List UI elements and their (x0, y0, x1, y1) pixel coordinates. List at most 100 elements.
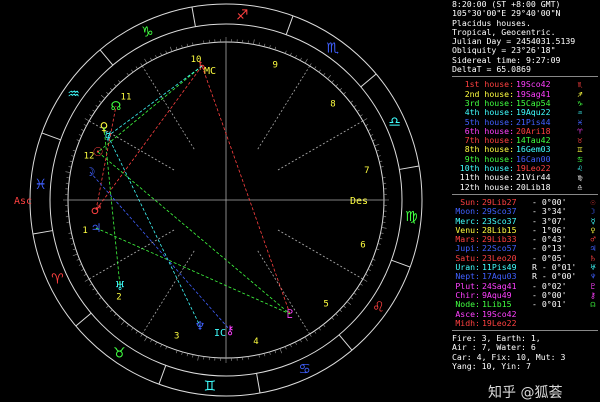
degree-tick (360, 284, 363, 286)
degree-tick (314, 67, 316, 69)
degree-tick (368, 269, 371, 270)
house-cusp-line (278, 121, 363, 170)
degree-tick (99, 297, 101, 299)
house-number: 2 (116, 292, 121, 302)
degree-tick (381, 167, 384, 168)
degree-tick (340, 88, 342, 90)
house-number: 6 (360, 240, 365, 250)
zodiac-sign-icon: ♌ (372, 300, 385, 316)
julian-day-line: Julian Day = 2454031.5139 (452, 37, 600, 46)
degree-tick (71, 244, 74, 245)
degree-tick (336, 314, 338, 316)
separator (452, 76, 598, 77)
degree-tick (366, 274, 369, 275)
degree-tick (84, 274, 87, 275)
degree-tick (310, 63, 312, 66)
degree-tick (131, 70, 133, 72)
house-row: 12th house:20Lib18♎ (452, 183, 600, 192)
degree-tick (70, 161, 73, 162)
degree-tick (310, 334, 312, 337)
degree-tick (166, 51, 167, 54)
degree-tick (259, 355, 260, 358)
degree-tick (65, 172, 70, 173)
house-number: 7 (364, 166, 369, 176)
degree-tick (372, 259, 375, 260)
degree-tick (360, 115, 363, 117)
aspect-line (104, 127, 120, 286)
ascendant-label: Asc (14, 196, 32, 207)
sign-boundary (339, 335, 352, 350)
aspect-line (96, 228, 290, 314)
element-line: Fire: 3, Earth: 1, (452, 334, 600, 343)
chart-info-panel: 8:20:00 (ST +8:00 GMT) 105°30'00"E 29°40… (452, 0, 600, 400)
sign-boundary (42, 133, 61, 140)
degree-tick (110, 310, 112, 312)
planet-glyph-icon (588, 319, 598, 328)
degree-tick (351, 101, 353, 103)
degree-tick (150, 340, 151, 343)
degree-tick (198, 356, 199, 361)
degree-tick (121, 321, 124, 325)
degree-tick (73, 254, 78, 256)
degree-tick (357, 288, 359, 290)
planet-glyph-icon (588, 310, 598, 319)
degree-tick (363, 279, 367, 282)
degree-tick (89, 284, 92, 286)
degree-tick (347, 302, 351, 305)
house-cusp-line (258, 66, 310, 149)
degree-tick (354, 105, 356, 107)
house-number: 5 (323, 300, 328, 310)
zodiac-sign-icon: ♊ (204, 378, 217, 394)
degree-tick (368, 129, 371, 130)
degree-tick (374, 144, 379, 146)
degree-tick (382, 227, 387, 228)
zodiac-sign-icon: ♒ (67, 86, 80, 102)
degree-tick (176, 350, 177, 353)
degree-tick (118, 80, 120, 82)
degree-tick (110, 88, 112, 90)
separator (452, 194, 598, 195)
sign-boundary (33, 231, 53, 234)
degree-tick (332, 80, 334, 82)
time-line: 8:20:00 (ST +8:00 GMT) (452, 0, 600, 9)
degree-tick (145, 337, 148, 341)
degree-tick (323, 73, 325, 75)
planet-speed (532, 310, 588, 319)
degree-tick (376, 249, 379, 250)
degree-tick (93, 288, 95, 290)
degree-tick (69, 233, 72, 234)
degree-tick (300, 58, 301, 61)
polarity-line: Yang: 10, Yin: 7 (452, 362, 600, 371)
zodiac-sign-icon: ♈ (51, 272, 64, 288)
planet-speed: - 0°01' (532, 300, 588, 309)
obliquity-line: Obliquity = 23°26'18" (452, 46, 600, 55)
degree-tick (332, 317, 334, 319)
planet-positions-list: Sun:29Lib27- 0°00'☉Moon:29Sco37- 3°34'☽M… (452, 198, 600, 328)
separator (452, 330, 598, 331)
degree-tick (300, 340, 301, 343)
degree-tick (84, 124, 87, 125)
degree-tick (381, 233, 384, 234)
imum-coeli-label: IC (214, 328, 226, 339)
degree-tick (379, 238, 382, 239)
degree-tick (106, 306, 108, 308)
degree-tick (340, 310, 342, 312)
degree-tick (354, 293, 356, 295)
degree-tick (69, 167, 72, 168)
sign-boundary (76, 313, 91, 326)
degree-tick (131, 328, 133, 330)
degree-tick (127, 73, 129, 75)
house-cusp-line (142, 251, 194, 334)
degree-tick (280, 348, 282, 353)
planet-glyph-icon: ☊ (588, 300, 598, 309)
degree-tick (328, 75, 331, 79)
degree-tick (187, 353, 188, 356)
zodiac-sign-icon: ♐ (236, 8, 249, 24)
modality-line: Car: 4, Fix: 10, Mut: 3 (452, 353, 600, 362)
natal-chart-wheel: ♈♉♊♋♌♍♎♏♐♑♒♓123456789101112AscDesMCIC ☉☽… (0, 0, 452, 400)
degree-tick (99, 101, 101, 103)
degree-tick (182, 352, 183, 355)
house-number: 11 (121, 92, 132, 102)
degree-tick (372, 140, 375, 141)
house-number: 8 (330, 100, 335, 110)
